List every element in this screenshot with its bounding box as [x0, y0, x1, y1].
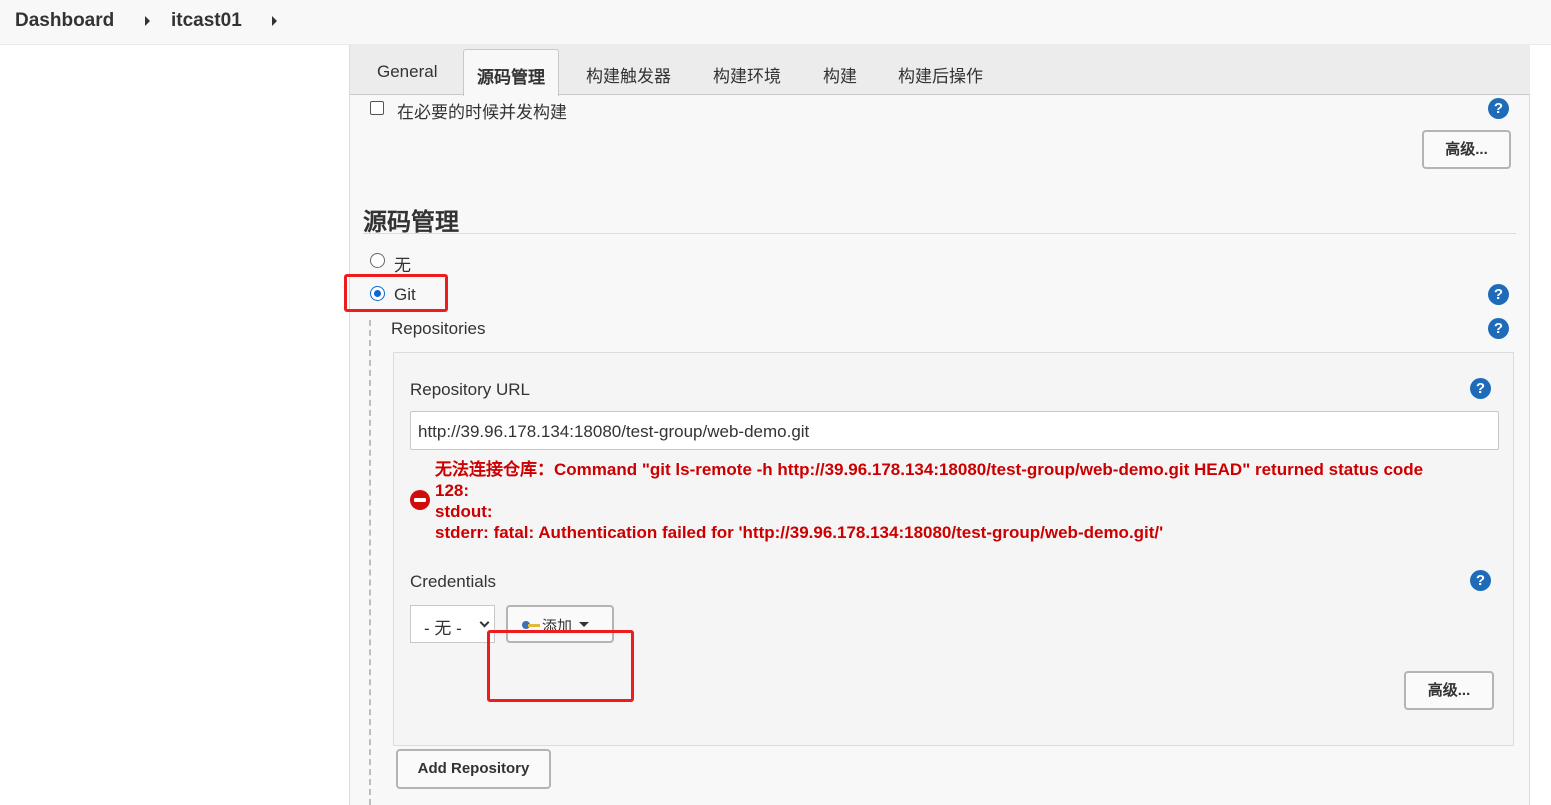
section-title-scm: 源码管理 [363, 209, 459, 236]
config-tabs: General 源码管理 构建触发器 构建环境 构建 构建后操作 [350, 45, 1530, 96]
credentials-label: Credentials [410, 572, 496, 591]
concurrent-build-label: 在必要的时候并发构建 [397, 103, 567, 122]
git-config-indent [369, 320, 371, 805]
tab-build-environment[interactable]: 构建环境 [713, 62, 781, 87]
error-line-2: 128: [435, 481, 470, 500]
add-repository-button[interactable]: Add Repository [396, 749, 551, 789]
add-button-highlight-box [487, 630, 634, 702]
tab-build[interactable]: 构建 [823, 62, 857, 87]
section-divider [363, 233, 1516, 234]
tab-general[interactable]: General [377, 62, 437, 82]
breadcrumb: Dashboard itcast01 [0, 0, 1551, 45]
caret-down-icon [579, 622, 589, 627]
help-icon[interactable]: ? [1488, 98, 1509, 119]
repository-url-label: Repository URL [410, 380, 530, 399]
error-line-4: stderr: fatal: Authentication failed for… [435, 523, 1164, 542]
breadcrumb-dashboard[interactable]: Dashboard [15, 10, 114, 32]
advanced-button[interactable]: 高级... [1422, 130, 1511, 169]
breadcrumb-chevron-icon[interactable] [145, 16, 150, 26]
help-icon[interactable]: ? [1470, 378, 1491, 399]
tab-source-code-management[interactable]: 源码管理 [463, 49, 559, 96]
error-line-1: 无法连接仓库：Command "git ls-remote -h http://… [435, 460, 1424, 479]
scm-none-radio[interactable] [370, 253, 385, 268]
scm-none-label: 无 [394, 256, 411, 275]
repositories-label: Repositories [391, 319, 486, 338]
repository-url-input[interactable]: http://39.96.178.134:18080/test-group/we… [410, 411, 1499, 450]
help-icon[interactable]: ? [1470, 570, 1491, 591]
config-panel: General 源码管理 构建触发器 构建环境 构建 构建后操作 在必要的时候并… [344, 45, 1530, 805]
chevron-down-icon [479, 617, 490, 628]
credentials-select-value: - 无 - [424, 619, 462, 638]
repo-advanced-button[interactable]: 高级... [1404, 671, 1494, 710]
error-icon [410, 490, 430, 510]
concurrent-build-checkbox[interactable] [370, 101, 384, 115]
tab-post-build-actions[interactable]: 构建后操作 [898, 62, 983, 87]
breadcrumb-chevron-icon[interactable] [272, 16, 277, 26]
tab-build-triggers[interactable]: 构建触发器 [586, 62, 671, 87]
credentials-select[interactable]: - 无 - [410, 605, 495, 643]
breadcrumb-job[interactable]: itcast01 [171, 10, 242, 32]
git-highlight-box [344, 274, 448, 312]
key-icon [522, 620, 540, 630]
repository-box: Repository URL ? http://39.96.178.134:18… [393, 352, 1514, 746]
help-icon[interactable]: ? [1488, 318, 1509, 339]
error-line-3: stdout: [435, 502, 493, 521]
help-icon[interactable]: ? [1488, 284, 1509, 305]
